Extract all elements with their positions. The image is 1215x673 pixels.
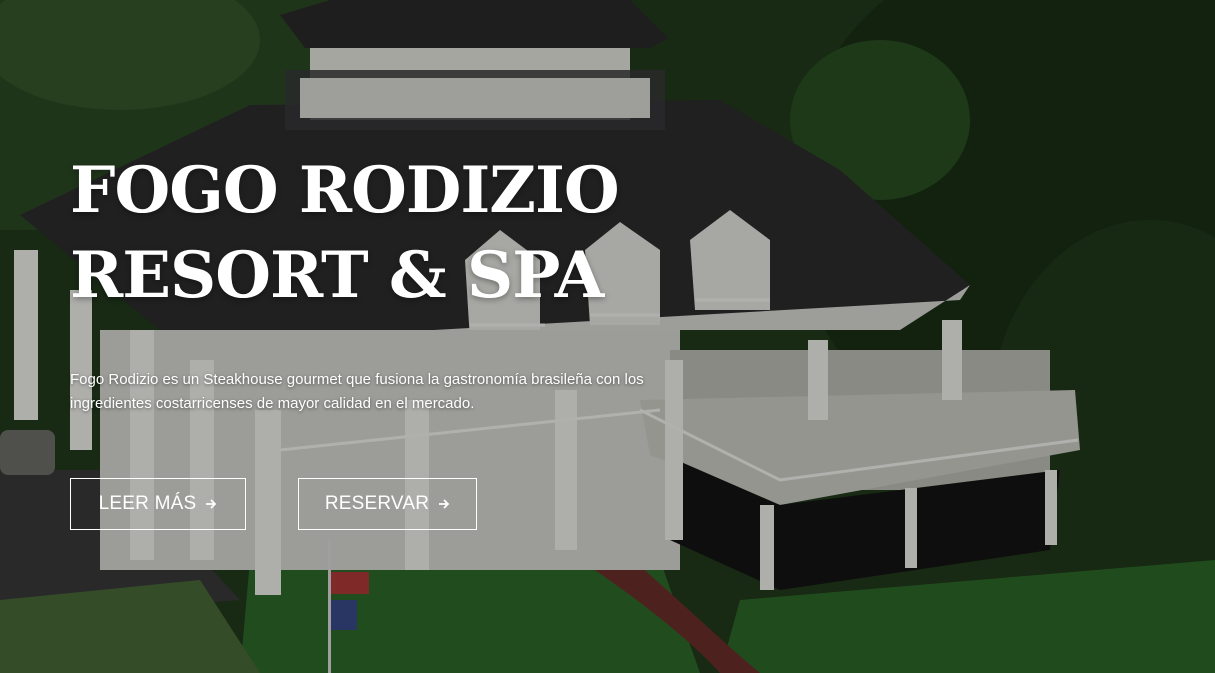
arrow-right-icon xyxy=(438,498,450,510)
hero-section: FOGO RODIZIO RESORT & SPA Fogo Rodizio e… xyxy=(0,0,1215,673)
hero-dark-overlay xyxy=(0,0,1215,673)
read-more-button[interactable]: LEER MÁS xyxy=(70,478,246,530)
read-more-label: LEER MÁS xyxy=(98,493,197,514)
hero-description-line-1: Fogo Rodizio es un Steakhouse gourmet qu… xyxy=(70,371,644,388)
arrow-right-icon xyxy=(205,498,217,510)
hero-title-line-2: RESORT & SPA xyxy=(70,238,604,313)
reserve-button[interactable]: RESERVAR xyxy=(298,478,477,530)
hero-description: Fogo Rodizio es un Steakhouse gourmet qu… xyxy=(70,368,710,416)
hero-description-line-2: ingredientes costarricenses de mayor cal… xyxy=(70,395,475,412)
reserve-label: RESERVAR xyxy=(324,493,430,514)
hero-title-line-1: FOGO RODIZIO xyxy=(70,153,620,228)
hero-title: FOGO RODIZIO RESORT & SPA xyxy=(70,148,770,318)
